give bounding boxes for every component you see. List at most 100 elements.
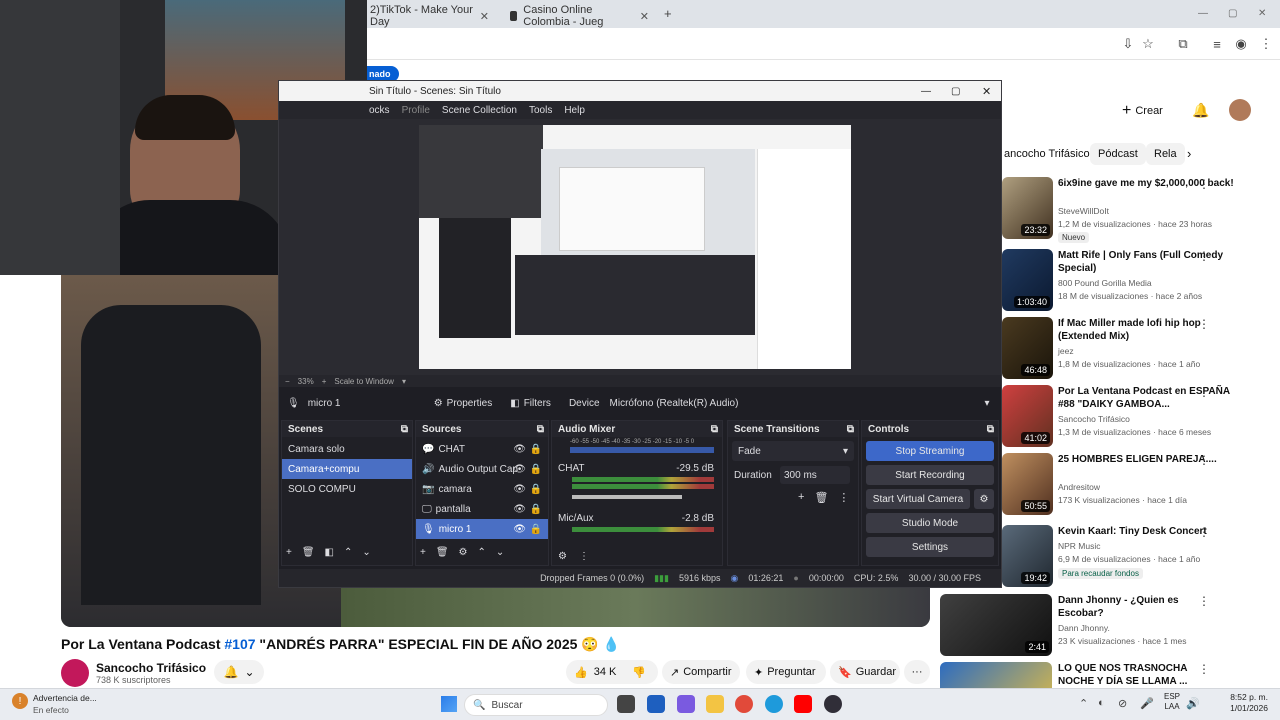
list-item[interactable]: LO QUE NOS TRASNOCHA NOCHE Y DÍA SE LLAM…	[940, 662, 1270, 688]
notifications-button[interactable]: 🔔 ⌄	[214, 660, 264, 684]
more-options-icon[interactable]: ⋮	[1198, 385, 1210, 399]
youtube-icon[interactable]	[794, 695, 812, 713]
list-item[interactable]: 50:55 25 HOMBRES ELIGEN PAREJA.... Andre…	[1002, 453, 1272, 515]
more-options-icon[interactable]: ⋮	[1198, 317, 1210, 331]
close-icon[interactable]: ✕	[480, 10, 489, 23]
transition-select[interactable]: Fade ▾	[732, 441, 854, 461]
more-options-icon[interactable]: ⋮	[1198, 525, 1210, 539]
ask-button[interactable]: ✦ Preguntar	[746, 660, 826, 684]
channel-name[interactable]: Sancocho Trifásico	[96, 661, 206, 675]
profile-icon[interactable]: ◉	[1231, 34, 1251, 54]
add-scene-icon[interactable]: +	[286, 547, 292, 558]
save-button[interactable]: 🔖 Guardar	[830, 660, 900, 684]
obs-icon[interactable]	[824, 695, 842, 713]
lock-icon[interactable]: 🔒	[530, 464, 542, 475]
network-icon[interactable]: ⊘	[1118, 697, 1127, 710]
store-icon[interactable]	[647, 695, 665, 713]
scene-item[interactable]: SOLO COMPU	[282, 479, 412, 499]
move-down-icon[interactable]: ⌄	[362, 547, 370, 558]
duration-input[interactable]: 300 ms	[780, 466, 850, 484]
task-view-icon[interactable]	[617, 695, 635, 713]
trash-icon[interactable]: 🗑	[302, 547, 315, 558]
chevron-right-icon[interactable]: ›	[1187, 146, 1191, 161]
file-explorer-icon[interactable]	[706, 695, 724, 713]
tray-chevron-icon[interactable]: ⌃	[1079, 697, 1088, 710]
gear-icon[interactable]: ⚙	[459, 547, 468, 558]
chip-related[interactable]: Rela	[1146, 143, 1185, 165]
lock-icon[interactable]: 🔒	[530, 504, 542, 515]
dock-float-icon[interactable]: ⧉	[987, 424, 994, 435]
zoom-out-button[interactable]: −	[285, 377, 290, 386]
add-transition-icon[interactable]: +	[798, 491, 804, 504]
channel-avatar[interactable]	[61, 659, 89, 687]
move-up-icon[interactable]: ⌃	[344, 547, 352, 558]
properties-button[interactable]: ⚙ Properties	[434, 398, 493, 409]
minimize-button[interactable]: —	[1198, 8, 1208, 19]
gear-icon[interactable]: ⚙	[974, 489, 994, 509]
minimize-button[interactable]: —	[921, 86, 931, 97]
preview-canvas[interactable]	[419, 125, 851, 369]
warning-title[interactable]: Advertencia de...	[33, 693, 97, 703]
move-up-icon[interactable]: ⌃	[478, 547, 486, 558]
close-button[interactable]: ✕	[982, 85, 991, 98]
mixer-settings-icon[interactable]: ⚙	[558, 551, 567, 562]
mixer-menu-icon[interactable]: ⋮	[579, 551, 589, 562]
transition-menu-icon[interactable]: ⋮	[838, 491, 849, 504]
dock-float-icon[interactable]: ⧉	[537, 424, 544, 435]
more-actions-button[interactable]: ···	[904, 660, 930, 684]
lock-icon[interactable]: 🔒	[530, 524, 542, 535]
clock[interactable]: 8:52 p. m. 1/01/2026	[1200, 692, 1268, 714]
move-down-icon[interactable]: ⌄	[496, 547, 504, 558]
edge-icon[interactable]	[765, 695, 783, 713]
source-item[interactable]: 🎙 micro 1 👁 🔒	[416, 519, 548, 539]
new-tab-button[interactable]: +	[664, 6, 672, 21]
menu-help[interactable]: Help	[564, 105, 585, 116]
source-item[interactable]: 🔊 Audio Output Cap 👁 🔒	[416, 459, 548, 479]
filters-button[interactable]: ◧ Filters	[510, 398, 551, 409]
dock-float-icon[interactable]: ⧉	[711, 424, 718, 435]
menu-kebab-icon[interactable]: ⋮	[1256, 34, 1276, 54]
zoom-in-button[interactable]: +	[322, 377, 327, 386]
list-item[interactable]: 1:03:40 Matt Rife | Only Fans (Full Come…	[1002, 249, 1272, 311]
more-options-icon[interactable]: ⋮	[1198, 453, 1210, 467]
trash-icon[interactable]: 🗑	[814, 491, 828, 504]
menu-scene-collection[interactable]: Scene Collection	[442, 105, 517, 116]
chevron-down-icon[interactable]: ▾	[402, 377, 406, 386]
warning-icon[interactable]: !	[12, 693, 28, 709]
list-item[interactable]: 46:48 If Mac Miller made lofi hip hop (E…	[1002, 317, 1272, 379]
list-item[interactable]: 2:41 Dann Jhonny - ¿Quien es Escobar? Da…	[940, 594, 1270, 656]
close-icon[interactable]: ✕	[640, 10, 649, 23]
dock-float-icon[interactable]: ⧉	[847, 424, 854, 435]
settings-button[interactable]: Settings	[866, 537, 994, 557]
more-options-icon[interactable]: ⋮	[1198, 177, 1210, 191]
tray-app-icon[interactable]: ◐	[1098, 697, 1105, 709]
maximize-button[interactable]: ▢	[951, 86, 960, 97]
source-item[interactable]: 📷 camara 👁 🔒	[416, 479, 548, 499]
start-virtual-camera-button[interactable]: Start Virtual Camera	[866, 489, 970, 509]
volume-slider[interactable]	[572, 495, 682, 499]
share-button[interactable]: ↗ Compartir	[662, 660, 740, 684]
scene-item[interactable]: Camara solo	[282, 439, 412, 459]
chrome-icon[interactable]	[735, 695, 753, 713]
start-recording-button[interactable]: Start Recording	[866, 465, 994, 485]
source-item[interactable]: 💬 CHAT 👁 🔒	[416, 439, 548, 459]
copilot-icon[interactable]	[677, 695, 695, 713]
source-item[interactable]: 🖵 pantalla 👁 🔒	[416, 499, 548, 519]
eye-icon[interactable]: 👁	[513, 464, 526, 475]
notifications-bell-icon[interactable]: 🔔	[1192, 102, 1209, 119]
create-button[interactable]: + Crear	[1122, 99, 1180, 123]
scene-item[interactable]: Camara+compu	[282, 459, 412, 479]
more-options-icon[interactable]: ⋮	[1198, 249, 1210, 263]
scale-mode[interactable]: Scale to Window	[334, 377, 394, 386]
stop-streaming-button[interactable]: Stop Streaming	[866, 441, 994, 461]
media-queue-icon[interactable]: ≡	[1207, 34, 1227, 54]
hashtag-link[interactable]: #107	[224, 636, 255, 652]
trash-icon[interactable]: 🗑	[436, 547, 449, 558]
close-window-button[interactable]: ✕	[1258, 8, 1266, 19]
avatar[interactable]	[1229, 99, 1251, 121]
menu-docks[interactable]: ocks	[369, 105, 390, 116]
more-options-icon[interactable]: ⋮	[1198, 594, 1210, 608]
lock-icon[interactable]: 🔒	[530, 444, 542, 455]
menu-profile[interactable]: Profile	[402, 105, 430, 116]
list-item[interactable]: 23:32 6ix9ine gave me my $2,000,000 back…	[1002, 177, 1272, 243]
